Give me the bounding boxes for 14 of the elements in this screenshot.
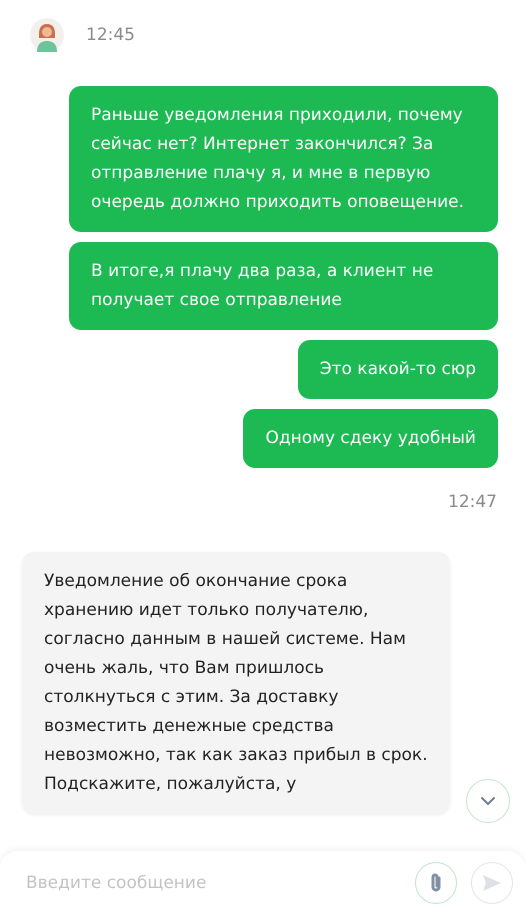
send-button[interactable]: [471, 862, 513, 904]
sent-message: Одному сдеку удобный: [243, 409, 498, 468]
message-time: 12:45: [86, 25, 135, 45]
avatar-icon: [30, 18, 64, 52]
received-message: Уведомление об окончание срока хранению идет только получателю, согласно данным в нашей системе. Нам очень жаль, что Вам пришлось столкнуться с этим. За доставку возместить денежные средства невозможно, так как заказ прибыл в срок. Подскажите, пожалуйста, у: [22, 552, 450, 814]
message-input[interactable]: Введите сообщение: [26, 867, 401, 899]
sent-message: Это какой-то сюр: [298, 340, 498, 399]
scroll-down-button[interactable]: [466, 779, 510, 823]
send-icon: [482, 874, 502, 892]
sent-message: Раньше уведомления приходили, почему сейчас нет? Интернет закончился? За отправление плачу я, и мне в первую очередь должно приходить оповещение.: [69, 86, 498, 232]
attach-button[interactable]: [415, 862, 457, 904]
sent-message: В итоге,я плачу два раза, а клиент не получает свое отправление: [69, 242, 498, 330]
message-time: 12:47: [448, 492, 497, 512]
chevron-down-icon: [480, 796, 496, 806]
